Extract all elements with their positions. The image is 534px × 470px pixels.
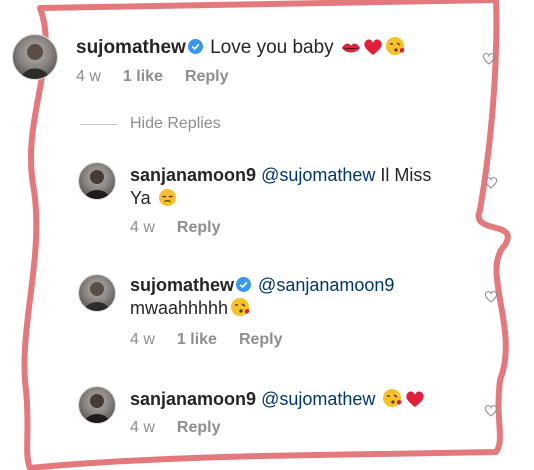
username[interactable]: sanjanamoon9	[130, 165, 256, 185]
timestamp: 4 w	[76, 68, 101, 85]
comment-text: sujomathew Love you baby	[76, 36, 406, 59]
reply-text: sanjanamoon9 @sujomathew	[130, 388, 480, 411]
comment-meta: 4 w Reply	[130, 419, 242, 437]
heart-outline-icon[interactable]	[484, 404, 498, 417]
timestamp: 4 w	[130, 219, 155, 236]
username[interactable]: sujomathew	[130, 275, 234, 295]
comment-meta: 4 w 1 like Reply	[76, 68, 251, 86]
timestamp: 4 w	[130, 419, 155, 436]
timestamp: 4 w	[130, 331, 155, 348]
verified-badge-icon	[236, 277, 252, 292]
reply-button[interactable]: Reply	[177, 219, 221, 236]
mention-link[interactable]: @sujomathew	[261, 389, 375, 409]
mention-link[interactable]: @sujomathew	[261, 165, 375, 185]
username[interactable]: sujomathew	[76, 37, 186, 58]
reply-button[interactable]: Reply	[185, 68, 229, 85]
comment-body: mwaahhhhh	[130, 298, 229, 318]
heart-outline-icon[interactable]	[484, 176, 498, 189]
red-heart-icon	[363, 38, 383, 56]
red-heart-icon	[405, 390, 425, 408]
comment-body-line2: Ya	[130, 188, 151, 208]
face-blowing-kiss-icon	[230, 297, 251, 317]
avatar[interactable]	[78, 274, 116, 312]
face-blowing-kiss-icon	[382, 388, 403, 408]
avatar[interactable]	[12, 34, 58, 80]
reply-button[interactable]: Reply	[177, 419, 221, 436]
hide-replies-button[interactable]: Hide Replies	[130, 115, 221, 133]
heart-outline-icon[interactable]	[484, 290, 498, 303]
reply-button[interactable]: Reply	[239, 331, 283, 348]
mention-link[interactable]: @sanjanamoon9	[258, 275, 394, 295]
likes-count[interactable]: 1 like	[177, 331, 217, 348]
divider	[80, 124, 118, 125]
reply-text: sujomathew @sanjanamoon9 mwaahhhhh	[130, 274, 480, 320]
reply-text: sanjanamoon9 @sujomathew Il Miss Ya	[130, 164, 480, 210]
pensive-face-icon	[158, 188, 177, 207]
comment-body: Il Miss	[380, 165, 432, 185]
likes-count[interactable]: 1 like	[123, 68, 163, 85]
verified-badge-icon	[187, 39, 203, 54]
comment-meta: 4 w 1 like Reply	[130, 331, 305, 349]
comment-meta: 4 w Reply	[130, 219, 242, 237]
username[interactable]: sanjanamoon9	[130, 389, 256, 409]
face-blowing-kiss-icon	[385, 36, 406, 56]
comment-body: Love you baby	[210, 37, 334, 58]
avatar[interactable]	[78, 386, 116, 424]
kiss-mark-icon	[341, 40, 361, 56]
heart-outline-icon[interactable]	[482, 52, 496, 65]
avatar[interactable]	[78, 162, 116, 200]
